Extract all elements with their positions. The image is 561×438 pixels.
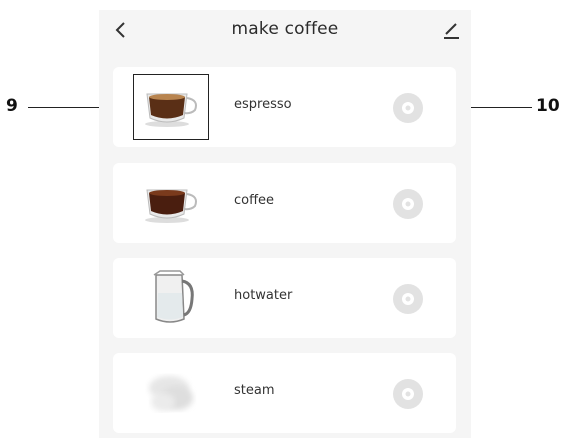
espresso-cup-icon	[133, 74, 209, 140]
app-screen: make coffee espresso coffee hotwater ste…	[99, 10, 471, 438]
settings-button-steam[interactable]	[393, 379, 423, 409]
drink-card-coffee[interactable]: coffee	[113, 163, 456, 243]
gear-icon	[402, 198, 414, 210]
drink-label: coffee	[234, 193, 275, 208]
page-title: make coffee	[231, 19, 339, 39]
drink-label: espresso	[234, 97, 292, 112]
header-bar: make coffee	[99, 10, 471, 50]
drink-label: steam	[234, 383, 275, 398]
water-jug-icon	[135, 266, 207, 330]
callout-number-9: 9	[6, 96, 18, 116]
gear-icon	[402, 388, 414, 400]
settings-button-coffee[interactable]	[393, 189, 423, 219]
edit-pencil-icon	[444, 23, 459, 39]
drink-card-steam[interactable]: steam	[113, 353, 456, 433]
gear-icon	[402, 293, 414, 305]
drink-card-hotwater[interactable]: hotwater	[113, 258, 456, 338]
edit-button[interactable]	[439, 18, 463, 42]
steam-icon	[135, 361, 207, 425]
drink-label: hotwater	[234, 288, 293, 303]
coffee-cup-icon	[135, 171, 207, 235]
settings-button-espresso[interactable]	[393, 93, 423, 123]
gear-icon	[402, 102, 414, 114]
drink-card-espresso[interactable]: espresso	[113, 67, 456, 147]
callout-number-10: 10	[536, 96, 560, 116]
settings-button-hotwater[interactable]	[393, 284, 423, 314]
